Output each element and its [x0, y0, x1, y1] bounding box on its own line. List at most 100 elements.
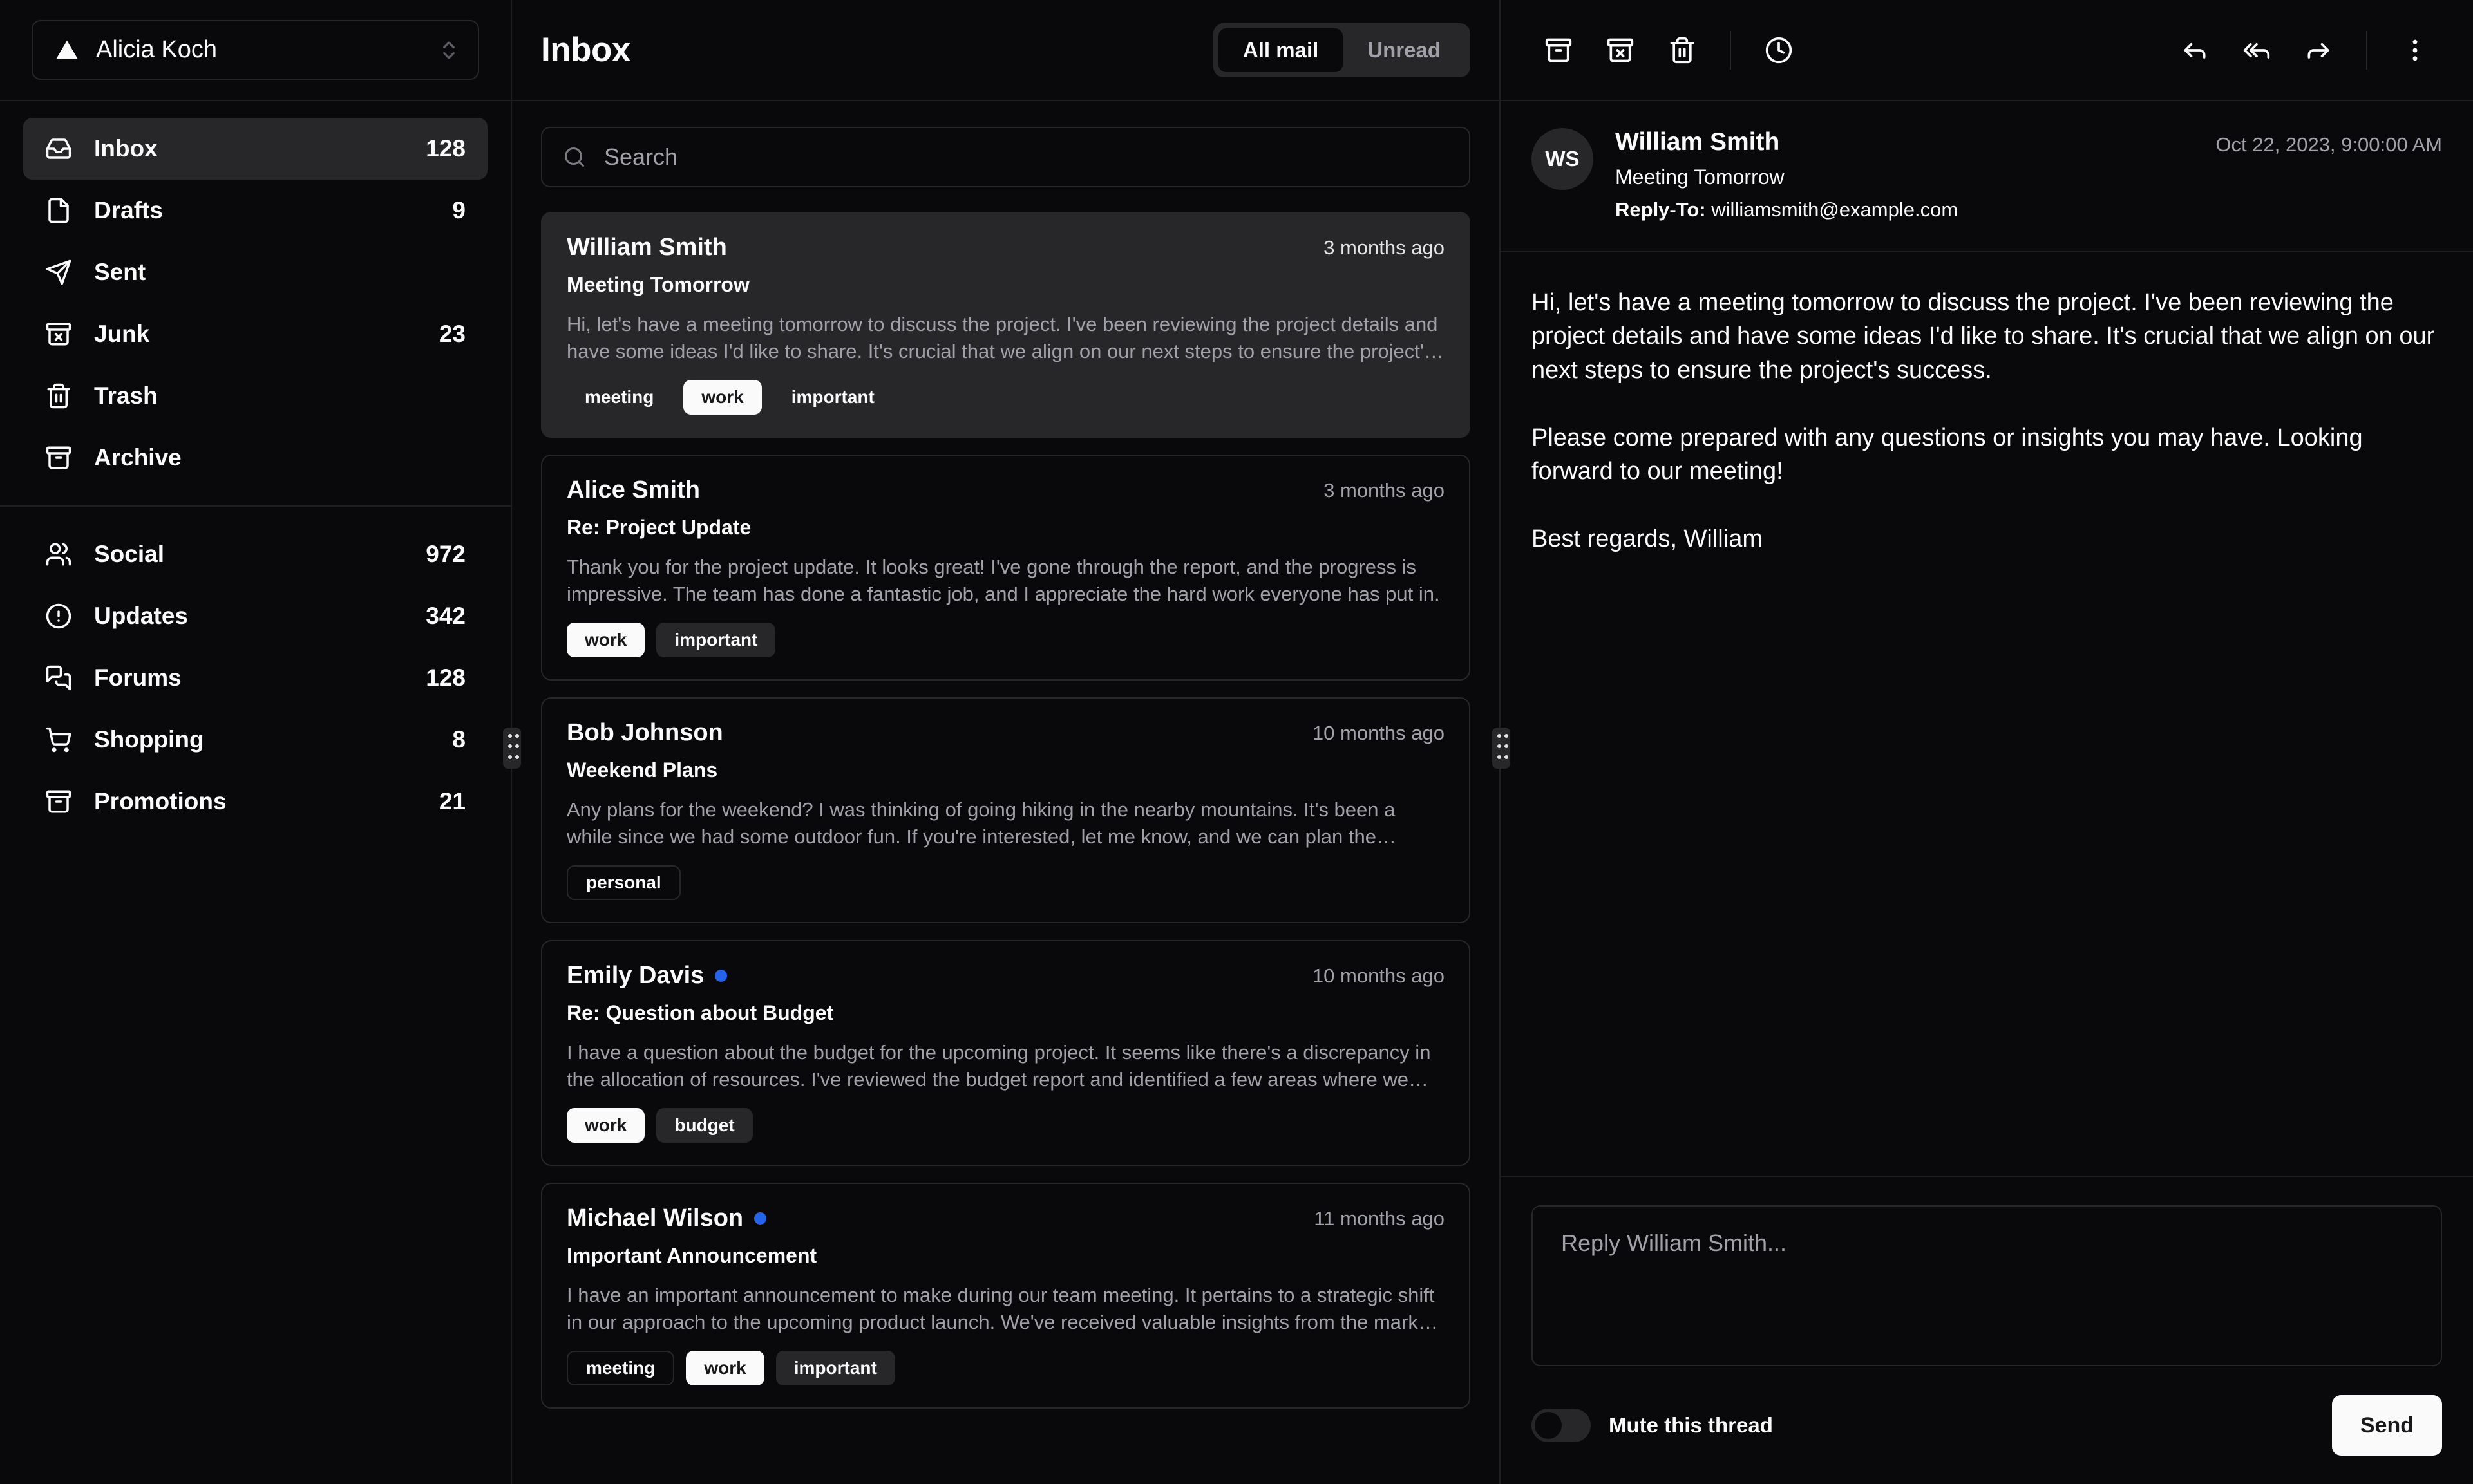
badge-meeting[interactable]: meeting [567, 1351, 675, 1386]
reader-date: Oct 22, 2023, 9:00:00 AM [2215, 133, 2442, 156]
shopping-cart-icon [45, 726, 75, 753]
triangle-logo-icon [52, 37, 82, 63]
reply-all-icon [2242, 36, 2271, 64]
mail-item-preview: I have a question about the budget for t… [567, 1041, 1431, 1091]
search-input[interactable] [604, 144, 1448, 171]
mail-list-item[interactable]: Michael Wilson 11 months ago Important A… [541, 1183, 1470, 1409]
chevrons-up-down-icon [439, 37, 459, 63]
badge-work[interactable]: work [567, 1108, 645, 1143]
toolbar-divider [1730, 30, 1731, 70]
mail-item-date: 10 months ago [1312, 721, 1445, 744]
sidebar-item-drafts[interactable]: Drafts 9 [23, 180, 488, 241]
badge-work[interactable]: work [683, 380, 762, 415]
badge-important[interactable]: important [773, 380, 893, 415]
reply-textarea[interactable] [1531, 1205, 2442, 1366]
badge-important[interactable]: important [656, 623, 776, 658]
sidebar-group-categories: Social 972 Updates 342 Forums 128 Shoppi… [0, 505, 511, 849]
sidebar-item-count: 972 [426, 541, 466, 567]
sidebar-item-updates[interactable]: Updates 342 [23, 585, 488, 647]
mail-app: Alicia Koch Inbox 128 Drafts 9 Sent Junk… [0, 0, 2473, 1484]
badge-work[interactable]: work [686, 1351, 764, 1386]
account-name: Alicia Koch [96, 36, 217, 63]
sidebar-item-label: Inbox [94, 135, 158, 162]
sender-name: Bob Johnson [567, 719, 723, 747]
sidebar-item-shopping[interactable]: Shopping 8 [23, 709, 488, 771]
badge-meeting[interactable]: meeting [567, 380, 672, 415]
sidebar-item-sent[interactable]: Sent [23, 241, 488, 303]
reply-to-email: williamsmith@example.com [1711, 198, 1958, 221]
tab-all-mail[interactable]: All mail [1218, 28, 1343, 72]
forward-icon [2304, 36, 2333, 64]
move-to-junk-button[interactable] [1589, 19, 1651, 81]
reply-all-button[interactable] [2226, 19, 2288, 81]
mail-item-preview: I have an important announcement to make… [567, 1284, 1435, 1333]
forward-button[interactable] [2288, 19, 2349, 81]
sidebar-item-archive[interactable]: Archive [23, 427, 488, 489]
more-options-button[interactable] [2384, 19, 2446, 81]
mail-list-item[interactable]: Bob Johnson 10 months ago Weekend Plans … [541, 697, 1470, 924]
mute-thread-toggle[interactable] [1531, 1409, 1591, 1442]
sidebar-item-label: Shopping [94, 726, 204, 753]
send-icon [45, 259, 75, 286]
mail-item-subject: Important Announcement [567, 1244, 817, 1268]
mail-list-item[interactable]: Emily Davis 10 months ago Re: Question a… [541, 940, 1470, 1167]
mail-item-date: 3 months ago [1323, 236, 1445, 259]
mail-item-sender: Michael Wilson [567, 1205, 767, 1232]
sidebar: Alicia Koch Inbox 128 Drafts 9 Sent Junk… [0, 0, 512, 1484]
sidebar-resize-handle[interactable] [503, 728, 521, 769]
mail-item-sender: William Smith [567, 234, 727, 261]
archive-button[interactable] [1528, 19, 1589, 81]
sidebar-item-count: 9 [452, 197, 466, 223]
mail-filter-tabs: All mail Unread [1213, 23, 1470, 77]
trash-icon [45, 382, 75, 409]
badge-budget[interactable]: budget [656, 1108, 753, 1143]
sender-name: Alice Smith [567, 476, 700, 504]
reading-pane: WS William Smith Meeting Tomorrow Reply-… [1492, 0, 2473, 1484]
account-switcher[interactable]: Alicia Koch [32, 20, 479, 80]
toggle-knob [1535, 1412, 1562, 1439]
mail-list-item[interactable]: William Smith 3 months ago Meeting Tomor… [541, 212, 1470, 438]
page-title: Inbox [541, 31, 630, 69]
mail-item-subject: Weekend Plans [567, 758, 718, 782]
sidebar-item-junk[interactable]: Junk 23 [23, 303, 488, 365]
account-switcher-bar: Alicia Koch [0, 0, 511, 101]
mail-item-date: 11 months ago [1314, 1207, 1445, 1230]
mail-item-date: 10 months ago [1312, 964, 1445, 987]
badge-personal[interactable]: personal [567, 865, 681, 901]
sidebar-item-promotions[interactable]: Promotions 21 [23, 771, 488, 832]
mail-item-preview: Hi, let's have a meeting tomorrow to dis… [567, 313, 1438, 362]
mail-item-badges: meeting work important [567, 1351, 1445, 1386]
list-resize-handle[interactable] [1492, 728, 1510, 769]
archive-x-icon [1606, 36, 1634, 64]
mail-item-badges: work budget [567, 1108, 1445, 1143]
mail-item-sender: Alice Smith [567, 476, 700, 504]
sidebar-item-social[interactable]: Social 972 [23, 523, 488, 585]
move-to-trash-button[interactable] [1651, 19, 1713, 81]
snooze-button[interactable] [1748, 19, 1810, 81]
sidebar-item-forums[interactable]: Forums 128 [23, 647, 488, 709]
archive-icon [45, 444, 75, 471]
search-section [512, 101, 1499, 202]
toolbar-divider [2366, 30, 2367, 70]
sidebar-item-count: 342 [426, 603, 466, 629]
mail-item-sender: Emily Davis [567, 962, 728, 990]
sidebar-item-count: 128 [426, 664, 466, 691]
sidebar-item-trash[interactable]: Trash [23, 365, 488, 427]
alert-circle-icon [45, 603, 75, 630]
mail-list-item[interactable]: Alice Smith 3 months ago Re: Project Upd… [541, 455, 1470, 681]
sidebar-group-mailboxes: Inbox 128 Drafts 9 Sent Junk 23 Trash Ar… [0, 101, 511, 505]
mail-item-top-row: Alice Smith 3 months ago [567, 476, 1445, 504]
tab-unread[interactable]: Unread [1343, 28, 1465, 72]
badge-important[interactable]: important [775, 1351, 895, 1386]
send-button[interactable]: Send [2331, 1395, 2442, 1456]
sidebar-item-inbox[interactable]: Inbox 128 [23, 118, 488, 180]
reader-reply-to: Reply-To: williamsmith@example.com [1615, 198, 2193, 221]
badge-work[interactable]: work [567, 623, 645, 658]
sidebar-item-label: Drafts [94, 197, 163, 223]
reply-button[interactable] [2164, 19, 2226, 81]
mail-item-preview: Any plans for the weekend? I was thinkin… [567, 798, 1396, 848]
mail-item-subject: Re: Project Update [567, 516, 752, 540]
sidebar-item-count: 21 [439, 788, 466, 814]
reader-body: Hi, let's have a meeting tomorrow to dis… [1531, 289, 2435, 553]
search-box[interactable] [541, 127, 1470, 187]
